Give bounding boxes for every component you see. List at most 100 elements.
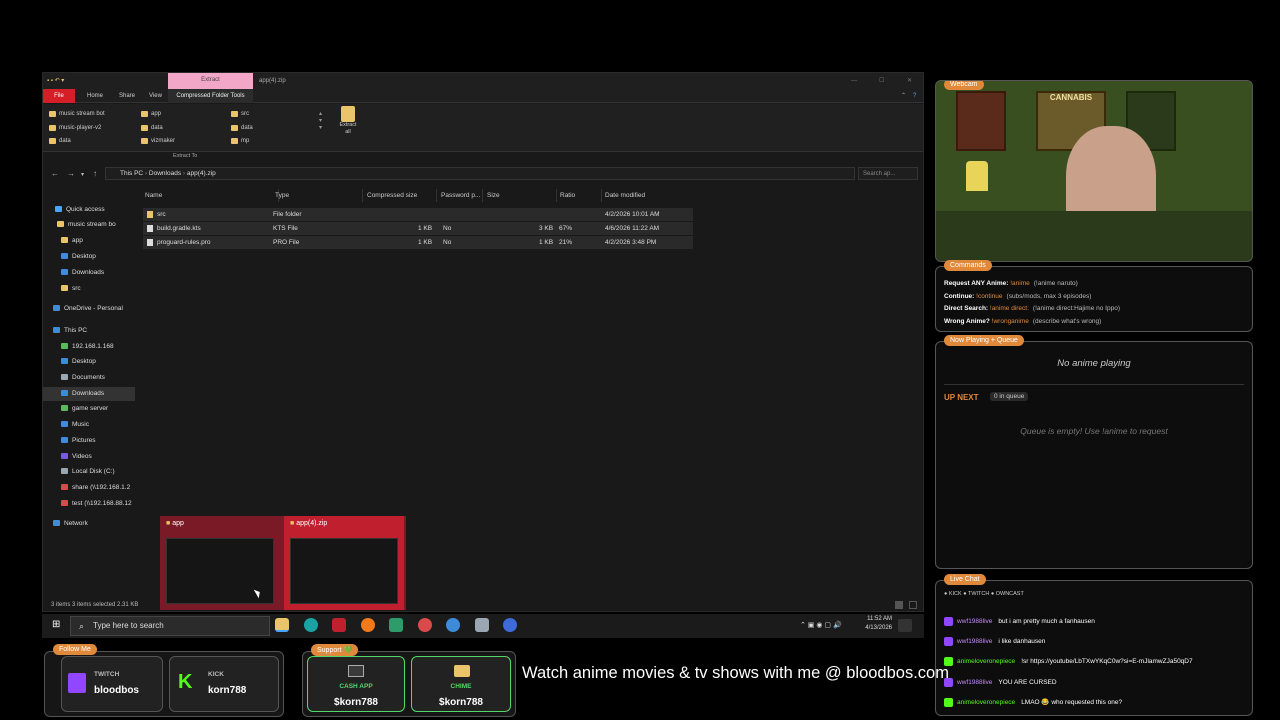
ribbon-scroll-icon[interactable]: ▴ ▾ ▾ [319, 110, 322, 131]
extract-dest-mp[interactable]: mp [231, 135, 249, 147]
command-row: Request ANY Anime: !anime (!anime naruto) [944, 280, 1078, 287]
nav-item[interactable]: Downloads [43, 387, 135, 401]
notification-icon[interactable] [898, 619, 912, 632]
extract-dest-music-player-v2[interactable]: music-player-v2 [49, 122, 101, 134]
up-arrow-icon[interactable]: ↑ [93, 169, 97, 178]
nav-item[interactable]: share (\\192.168.1.2 [43, 481, 135, 495]
nav-item[interactable]: 192.168.1.168 [43, 340, 135, 354]
cashapp-link[interactable]: CASH APP $korn788 [307, 656, 405, 712]
col-compressed-size[interactable]: Compressed size [365, 189, 437, 202]
nav-item-label: OneDrive - Personal [64, 305, 123, 312]
address-bar[interactable]: This PC › Downloads › app(4).zip [105, 167, 855, 180]
forward-arrow-icon[interactable]: → [67, 169, 75, 178]
file-name: src [157, 211, 166, 218]
back-arrow-icon[interactable]: ← [51, 169, 59, 178]
nav-item-icon [61, 468, 68, 475]
browser-icon[interactable] [446, 618, 460, 632]
extract-dest-src[interactable]: src [231, 108, 249, 120]
extract-dest-music-stream-bot[interactable]: music stream bot [49, 108, 105, 120]
chime-link[interactable]: CHIME $korn788 [411, 656, 511, 712]
minimize-button[interactable]: — [851, 73, 857, 89]
nav-item-icon [61, 285, 68, 292]
commands-panel: Commands Request ANY Anime: !anime (!anim… [935, 260, 1253, 332]
col-date-modified[interactable]: Date modified [603, 189, 693, 202]
details-view-icon[interactable] [895, 601, 903, 609]
nav-item-icon [55, 206, 62, 213]
breadcrumb-this-pc[interactable]: This PC [120, 170, 143, 177]
col-password[interactable]: Password p... [439, 189, 483, 202]
nav-item[interactable]: test (\\192.168.88.12 [43, 497, 135, 511]
app-icon[interactable] [475, 618, 489, 632]
help-icon[interactable]: ? [907, 89, 922, 103]
nav-item-label: Network [64, 520, 88, 527]
extract-dest-app[interactable]: app [141, 108, 161, 120]
recent-dropdown-icon[interactable]: ▾ [81, 171, 84, 178]
extract-dest-data-3[interactable]: data [231, 122, 253, 134]
arc-icon[interactable] [503, 618, 517, 632]
nav-item[interactable]: music stream bo [43, 218, 135, 232]
breadcrumb-downloads[interactable]: Downloads [149, 170, 181, 177]
system-tray-icons[interactable]: ⌃ ▣ ◉ ▢ 🔊 [800, 621, 842, 629]
col-type[interactable]: Type [273, 189, 363, 202]
col-name[interactable]: Name [143, 189, 279, 202]
close-button[interactable]: ✕ [907, 73, 912, 89]
search-input[interactable]: Search ap... [858, 167, 918, 180]
terminal-icon[interactable] [389, 618, 403, 632]
nav-item[interactable]: Quick access [43, 203, 135, 217]
extract-dest-data[interactable]: data [49, 135, 71, 147]
nav-item[interactable]: app [43, 234, 135, 248]
extract-all-button[interactable]: Extract all [337, 106, 359, 136]
file-row[interactable]: build.gradle.kts KTS File 1 KB No 3 KB 67% 4/6… [143, 222, 693, 235]
chrome-icon[interactable] [418, 618, 432, 632]
command-desc: (!anime naruto) [1033, 280, 1078, 287]
clock-time: 11:52 AM [867, 616, 892, 622]
tab-file[interactable]: File [43, 89, 75, 103]
taskbar-search-input[interactable]: ⌕ Type here to search [70, 616, 270, 636]
tab-home[interactable]: Home [81, 89, 109, 103]
nav-item[interactable]: Downloads [43, 266, 135, 280]
nav-item[interactable]: Pictures [43, 434, 135, 448]
voicemeeter-icon[interactable] [332, 618, 346, 632]
quick-access-toolbar[interactable]: ▪ ▪ ↶ ▾ [47, 73, 97, 89]
file-row[interactable]: proguard-rules.pro PRO File 1 KB No 1 KB 21% 4… [143, 236, 693, 249]
command-name: !wronganime [991, 318, 1029, 325]
file-row[interactable]: src File folder 4/2/2026 10:01 AM [143, 208, 693, 221]
now-playing-tag: Now Playing + Queue [944, 335, 1024, 346]
breadcrumb-zip[interactable]: app(4).zip [187, 170, 216, 177]
edge-icon[interactable] [304, 618, 318, 632]
nav-item[interactable]: Videos [43, 450, 135, 464]
tiles-view-icon[interactable] [909, 601, 917, 609]
nav-item[interactable]: This PC [43, 324, 135, 338]
twitch-link[interactable]: TWITCH bloodbos [61, 656, 163, 712]
follow-me-tag: Follow Me [53, 644, 97, 655]
tab-view[interactable]: View [143, 89, 168, 103]
extract-dest-vizmaker[interactable]: vizmaker [141, 135, 175, 147]
nav-item[interactable]: game server [43, 402, 135, 416]
firefox-icon[interactable] [361, 618, 375, 632]
maximize-button[interactable]: ☐ [879, 73, 884, 89]
col-size[interactable]: Size [485, 189, 557, 202]
nav-item[interactable]: src [43, 282, 135, 296]
live-chat-panel: Live Chat ● KICK ● TWITCH ● OWNCAST wwf1… [935, 574, 1253, 716]
tab-share[interactable]: Share [113, 89, 141, 103]
nav-item[interactable]: OneDrive - Personal [43, 302, 135, 316]
nav-item[interactable]: Local Disk (C:) [43, 465, 135, 479]
chat-username: wwf1988live [957, 618, 993, 626]
col-ratio[interactable]: Ratio [558, 189, 602, 202]
extract-context-tab[interactable]: Extract [168, 73, 253, 89]
nav-item[interactable]: Documents [43, 371, 135, 385]
windows-start-icon[interactable]: ⊞ [52, 619, 60, 630]
tab-compressed-folder-tools[interactable]: Compressed Folder Tools [168, 89, 253, 103]
nav-item[interactable]: Desktop [43, 250, 135, 264]
thumbnail-zip[interactable]: ■ app(4).zip [284, 516, 404, 610]
nav-item[interactable]: Music [43, 418, 135, 432]
file-explorer-taskbar-icon[interactable] [275, 618, 289, 632]
extract-dest-data-2[interactable]: data [141, 122, 163, 134]
nav-item-label: test (\\192.168.88.12 [72, 500, 132, 507]
taskbar-clock[interactable]: 11:52 AM 4/13/2026 [852, 615, 892, 633]
webcam-tag: Webcam [944, 81, 984, 90]
nav-item[interactable]: Desktop [43, 355, 135, 369]
nav-item[interactable]: Network [43, 517, 135, 531]
kick-link[interactable]: K KICK korn788 [169, 656, 279, 712]
command-label: Continue: [944, 293, 975, 300]
